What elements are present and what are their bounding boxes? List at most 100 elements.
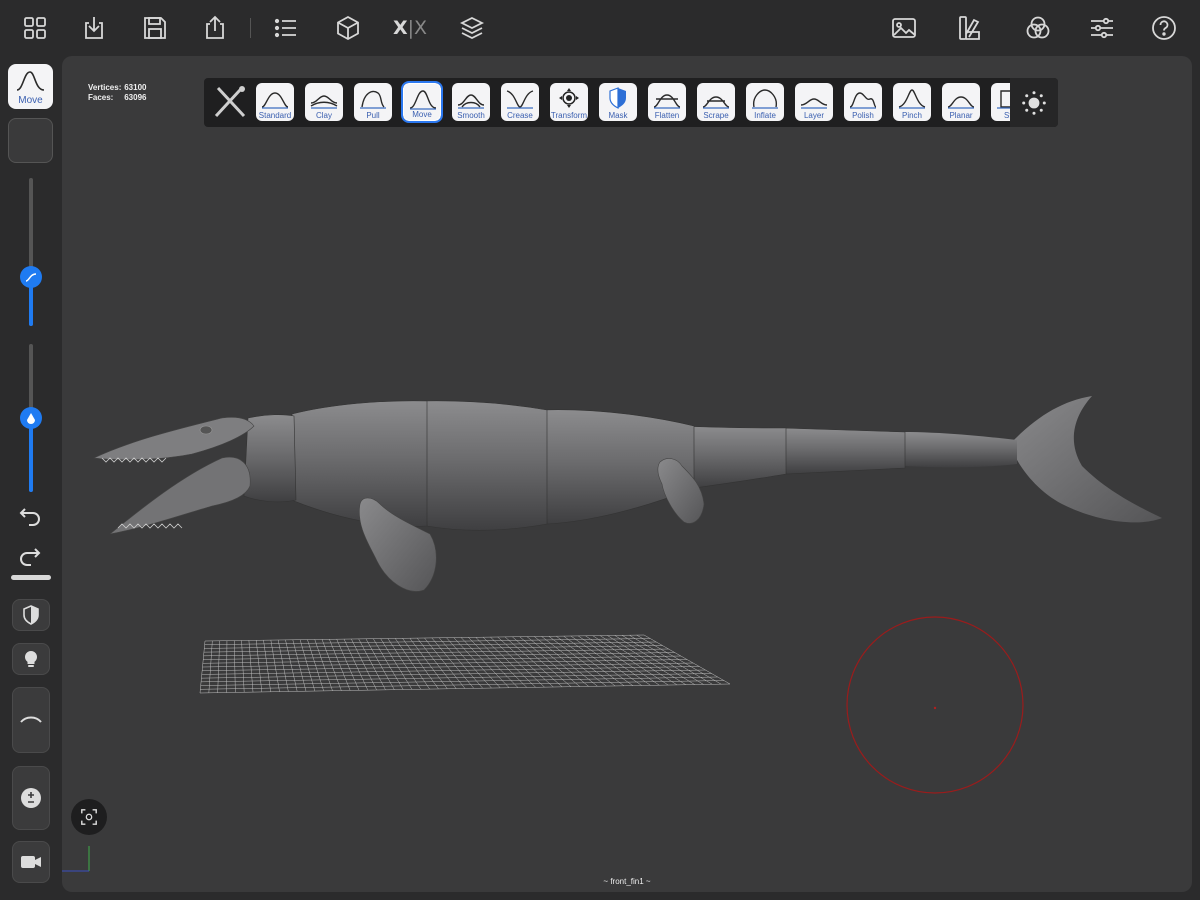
layers-icon[interactable]: [454, 10, 490, 46]
brush-label: Layer: [803, 111, 824, 120]
image-icon[interactable]: [886, 10, 922, 46]
sliders-icon[interactable]: [1084, 10, 1120, 46]
radius-curve-icon: [25, 273, 37, 282]
grid-line: [497, 636, 554, 688]
grid-line: [534, 636, 598, 687]
intensity-slider[interactable]: [20, 344, 42, 492]
palette-icon[interactable]: [952, 10, 988, 46]
brush-inflate[interactable]: Inflate: [746, 83, 784, 121]
brush-polish[interactable]: Polish: [844, 83, 882, 121]
brush-flatten[interactable]: Flatten: [648, 83, 686, 121]
standard-brush-icon: [261, 92, 289, 109]
polish-brush-icon: [849, 92, 877, 109]
redo-icon[interactable]: [14, 539, 46, 571]
brush-label: Scrape: [703, 111, 729, 120]
mirror-label-a: X: [392, 17, 408, 39]
layer-brush-icon: [800, 98, 828, 109]
brush-mask[interactable]: Mask: [599, 83, 637, 121]
intensity-slider-fill: [29, 418, 33, 492]
brush-cursor-center: [933, 706, 937, 710]
grid-line: [607, 635, 686, 685]
subdivision-button[interactable]: [12, 766, 50, 830]
cube-icon[interactable]: [330, 10, 366, 46]
move-brush-icon: [409, 90, 437, 110]
brush-label: Crease: [507, 111, 533, 120]
scene-canvas: [62, 396, 1162, 872]
brush-label: Flatten: [654, 111, 680, 120]
brush-label: Polish: [852, 111, 874, 120]
transform-icon: [559, 88, 579, 108]
grid-line: [556, 635, 625, 687]
brush-label: Mask: [608, 111, 628, 120]
grid-line: [519, 636, 580, 687]
grid-line: [643, 634, 731, 685]
brush-cursor-ring: [846, 616, 1024, 794]
brush-smooth[interactable]: Smooth: [452, 83, 490, 121]
grid-line: [599, 635, 678, 686]
top-toolbar: X | X: [0, 0, 1200, 56]
sculpt-model[interactable]: [92, 396, 1162, 592]
brush-toolbar: Standard Clay Pull Move Smooth Crease Transfor…: [204, 78, 1058, 127]
brush-clay[interactable]: Clay: [305, 83, 343, 121]
secondary-tool-slot[interactable]: [8, 118, 53, 163]
app-root: X | X Move Vertices: 63100 Faces: 63096 …: [0, 0, 1200, 900]
brush-layer[interactable]: Layer: [795, 83, 833, 121]
light-button[interactable]: [12, 643, 50, 675]
brush-planar[interactable]: Planar: [942, 83, 980, 121]
grid-line: [614, 635, 695, 685]
color-mix-icon[interactable]: [1020, 10, 1056, 46]
stroke-curve-icon: [20, 716, 42, 723]
stroke-settings-button[interactable]: [12, 687, 50, 753]
ground-grid: [199, 634, 731, 694]
radius-slider[interactable]: [20, 178, 42, 326]
brush-scrape[interactable]: Scrape: [697, 83, 735, 121]
brush-standard[interactable]: Standard: [256, 83, 294, 121]
brush-crease[interactable]: Crease: [501, 83, 539, 121]
mirror-icon[interactable]: X | X: [390, 10, 430, 46]
scrape-brush-icon: [702, 96, 730, 109]
pinch-brush-icon: [898, 89, 926, 109]
intensity-drop-icon: [27, 413, 35, 424]
tools-icon[interactable]: [210, 82, 250, 122]
brush-label: Inflate: [754, 111, 776, 120]
frame-view-button[interactable]: [71, 799, 107, 835]
grid-line: [512, 636, 572, 687]
grid-line: [578, 635, 651, 686]
brush-move[interactable]: Move: [401, 81, 443, 123]
camera-button[interactable]: [12, 841, 50, 883]
grid-icon[interactable]: [17, 10, 53, 46]
grid-line: [504, 636, 563, 688]
brush-label: Pull: [366, 111, 380, 120]
mask-toggle-button[interactable]: [12, 599, 50, 631]
grid-line: [636, 634, 722, 685]
save-icon[interactable]: [137, 10, 173, 46]
panel-drag-handle[interactable]: [11, 575, 51, 580]
grid-line: [585, 635, 660, 686]
mask-shield-icon: [23, 605, 39, 625]
axis-gizmo: [62, 846, 90, 872]
focus-frame-icon: [81, 809, 97, 825]
current-tool-label: Move: [18, 95, 43, 106]
share-icon[interactable]: [197, 10, 233, 46]
import-icon[interactable]: [76, 10, 112, 46]
planar-brush-icon: [947, 96, 975, 109]
3d-viewport[interactable]: Vertices: 63100 Faces: 63096 Standard Cl…: [62, 56, 1192, 892]
help-icon[interactable]: [1146, 10, 1182, 46]
camera-icon: [21, 856, 41, 868]
grid-line: [490, 636, 545, 688]
clay-brush-icon: [310, 95, 338, 109]
grid-line: [482, 637, 536, 688]
crease-brush-icon: [506, 90, 534, 109]
undo-icon[interactable]: [14, 499, 46, 531]
list-icon[interactable]: [268, 10, 304, 46]
brush-label: Clay: [315, 111, 332, 120]
brush-pinch[interactable]: Pinch: [893, 83, 931, 121]
current-tool-button[interactable]: Move: [8, 64, 53, 109]
brush-settings-button[interactable]: [1010, 78, 1058, 127]
radius-slider-knob[interactable]: [20, 266, 42, 289]
brush-label: Planar: [949, 111, 973, 120]
intensity-slider-knob[interactable]: [20, 407, 42, 429]
brush-pull[interactable]: Pull: [354, 83, 392, 121]
grid-line: [629, 634, 713, 685]
brush-transform[interactable]: Transform: [550, 83, 588, 121]
